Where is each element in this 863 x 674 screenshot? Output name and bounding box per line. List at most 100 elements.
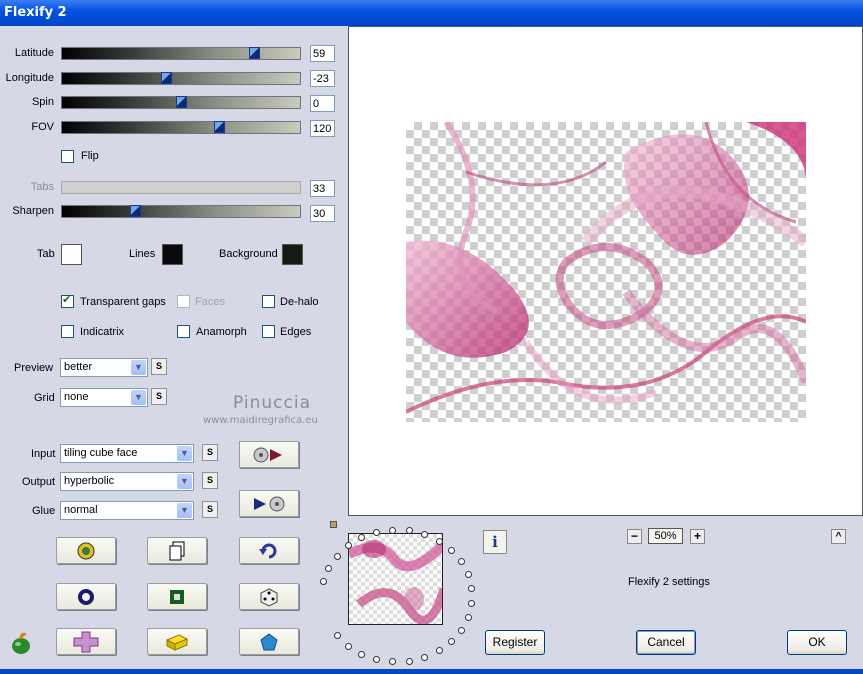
flip-label: Flip [81, 150, 99, 162]
transparent-gaps-label: Transparent gaps [80, 296, 166, 308]
register-button[interactable]: Register [485, 630, 545, 655]
slider-thumb[interactable] [249, 47, 260, 59]
zoom-in-button[interactable]: + [690, 529, 705, 544]
lego-button[interactable] [147, 628, 207, 655]
slider-thumb[interactable] [161, 72, 172, 84]
navigation-dot[interactable] [421, 653, 429, 661]
spin-slider[interactable] [61, 96, 301, 109]
navigation-dot[interactable] [435, 537, 443, 545]
sphere-button[interactable] [56, 583, 116, 610]
window-bottom-edge [0, 669, 863, 674]
input-s-button[interactable]: S [202, 444, 218, 461]
watermark-name: Pinuccia [233, 393, 311, 413]
chevron-down-icon: ▼ [131, 390, 146, 405]
tab-color-swatch[interactable] [61, 244, 82, 265]
edges-checkbox[interactable] [262, 325, 275, 338]
indicatrix-label: Indicatrix [80, 326, 125, 338]
grid-s-button[interactable]: S [151, 388, 167, 405]
select-value: hyperbolic [64, 475, 115, 487]
chevron-down-icon: ▼ [131, 360, 146, 375]
window-title: Flexify 2 [4, 5, 67, 20]
frame-button[interactable] [147, 583, 207, 610]
slider-thumb[interactable] [176, 96, 187, 108]
tabs-value[interactable] [310, 180, 335, 197]
navigation-dot[interactable] [464, 613, 472, 621]
dehalo-label: De-halo [280, 296, 319, 308]
cancel-button[interactable]: Cancel [636, 630, 696, 655]
pentagon-button[interactable] [239, 628, 299, 655]
latitude-label: Latitude [14, 47, 54, 59]
navigation-dot[interactable] [447, 637, 455, 645]
lines-color-swatch[interactable] [162, 244, 183, 265]
navigation-dot[interactable] [325, 564, 333, 572]
navigation-dot[interactable] [373, 656, 381, 664]
undo-arrow-icon [259, 543, 277, 558]
grid-select[interactable]: none ▼ [60, 388, 148, 407]
save-preset-button[interactable] [239, 490, 299, 517]
navigation-dot[interactable] [333, 552, 341, 560]
zoom-out-button[interactable]: − [627, 529, 642, 544]
glue-select[interactable]: normal ▼ [60, 501, 194, 520]
cross-button[interactable] [56, 628, 116, 655]
fov-label: FOV [31, 121, 54, 133]
load-preset-button[interactable] [239, 441, 299, 468]
transparent-gaps-checkbox[interactable] [61, 293, 74, 308]
preview-render [406, 122, 806, 414]
background-color-label: Background [219, 248, 278, 260]
preview-quality-label: Preview [14, 362, 54, 374]
navigator-thumbnail[interactable] [348, 533, 443, 625]
tabs-slider [61, 181, 301, 194]
longitude-value[interactable] [310, 70, 335, 87]
glue-label: Glue [32, 505, 56, 517]
thumbnail-image [349, 540, 442, 624]
output-select[interactable]: hyperbolic ▼ [60, 472, 194, 491]
longitude-slider[interactable] [61, 72, 301, 85]
navigation-dot[interactable] [320, 578, 328, 586]
navigation-dot[interactable] [435, 647, 443, 655]
latitude-slider[interactable] [61, 47, 301, 60]
output-s-button[interactable]: S [202, 472, 218, 489]
chevron-down-icon: ▼ [177, 446, 192, 461]
navigation-dot[interactable] [405, 527, 413, 535]
navigation-dot[interactable] [358, 650, 366, 658]
navigation-dot[interactable] [468, 585, 476, 593]
glue-s-button[interactable]: S [202, 501, 218, 518]
navigation-dot[interactable] [464, 571, 472, 579]
slider-thumb[interactable] [214, 121, 225, 133]
ring-start-marker[interactable] [330, 521, 337, 528]
fov-value[interactable] [310, 120, 335, 137]
latitude-value[interactable] [310, 45, 335, 62]
spin-value[interactable] [310, 95, 335, 112]
dice-icon [260, 587, 278, 607]
sharpen-slider[interactable] [61, 205, 301, 218]
slider-thumb[interactable] [130, 205, 141, 217]
randomize-all-button[interactable] [56, 537, 116, 564]
navigation-dot[interactable] [457, 626, 465, 634]
ok-button[interactable]: OK [787, 630, 847, 655]
dehalo-checkbox[interactable] [262, 295, 275, 308]
navigation-dot[interactable] [344, 642, 352, 650]
input-select[interactable]: tiling cube face ▼ [60, 444, 194, 463]
anamorph-checkbox[interactable] [177, 325, 190, 338]
title-bar: Flexify 2 [0, 0, 863, 26]
flip-checkbox[interactable] [61, 150, 74, 163]
navigation-dot[interactable] [333, 632, 341, 640]
info-button[interactable]: i [483, 530, 507, 554]
navigation-dot[interactable] [447, 547, 455, 555]
preview-s-button[interactable]: S [151, 358, 167, 375]
navigation-dot[interactable] [468, 599, 476, 607]
navigation-dot[interactable] [405, 657, 413, 665]
indicatrix-checkbox[interactable] [61, 325, 74, 338]
navigation-dot[interactable] [389, 658, 397, 666]
fov-slider[interactable] [61, 121, 301, 134]
arrow-right-disc-icon [254, 496, 285, 512]
random-dice-button[interactable] [239, 583, 299, 610]
sharpen-value[interactable] [310, 205, 335, 222]
faces-label: Faces [195, 296, 225, 308]
undo-button[interactable] [239, 537, 299, 564]
background-color-swatch[interactable] [282, 244, 303, 265]
navigation-dot[interactable] [457, 558, 465, 566]
preview-quality-select[interactable]: better ▼ [60, 358, 148, 377]
collapse-button[interactable]: ^ [831, 529, 846, 544]
copy-button[interactable] [147, 537, 207, 564]
